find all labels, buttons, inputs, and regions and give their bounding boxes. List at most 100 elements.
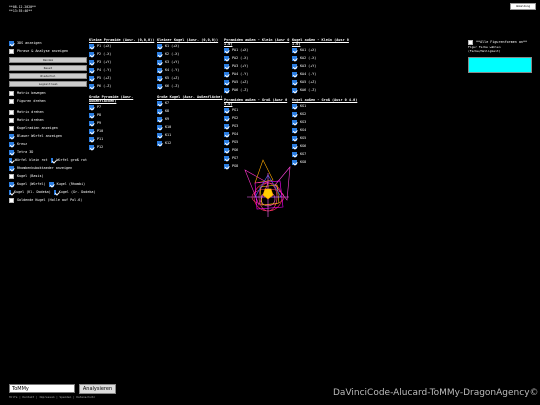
display-option-checkbox[interactable] xyxy=(9,109,14,115)
figure-item[interactable]: KG4 xyxy=(292,126,358,134)
figure-item[interactable]: PG1 xyxy=(224,106,290,114)
display-option-row[interactable]: Kreuz xyxy=(9,140,87,148)
option-checkbox[interactable] xyxy=(9,48,14,54)
figure-item[interactable]: PA4 (-Y) xyxy=(224,70,290,78)
pair-checkbox[interactable] xyxy=(9,181,14,187)
pair-checkbox[interactable] xyxy=(50,157,54,163)
option-row[interactable]: 3DS anzeigen xyxy=(9,39,87,47)
pair-checkbox[interactable] xyxy=(9,189,11,195)
figure-checkbox[interactable] xyxy=(224,107,229,113)
display-option-row[interactable]: Matrix drehen xyxy=(9,108,87,116)
figure-item[interactable]: PA1 (+X) xyxy=(224,46,290,54)
figure-item[interactable]: K12 xyxy=(157,139,223,147)
figure-checkbox[interactable] xyxy=(157,51,162,57)
figure-checkbox[interactable] xyxy=(224,87,229,93)
figure-item[interactable]: PA6 (-Z) xyxy=(224,86,290,94)
figure-item[interactable]: PG4 xyxy=(224,130,290,138)
gold-sphere-option-checkbox[interactable] xyxy=(9,197,14,203)
shape-option-checkbox[interactable] xyxy=(9,173,14,179)
figure-checkbox[interactable] xyxy=(224,63,229,69)
display-option-row[interactable]: Kugelradien anzeigen xyxy=(9,124,87,132)
figure-item[interactable]: K3 (+Y) xyxy=(157,58,223,66)
analyze-button[interactable]: Analysieren xyxy=(79,384,116,394)
figure-checkbox[interactable] xyxy=(292,143,297,149)
figure-item[interactable]: K1 (+X) xyxy=(157,42,223,50)
figure-item[interactable]: PA5 (+Z) xyxy=(224,78,290,86)
3d-figure-canvas[interactable] xyxy=(235,155,305,225)
figure-checkbox[interactable] xyxy=(292,111,297,117)
figure-checkbox[interactable] xyxy=(224,131,229,137)
figure-checkbox[interactable] xyxy=(157,59,162,65)
figure-item[interactable]: P8 xyxy=(89,111,155,119)
display-option-checkbox[interactable] xyxy=(9,133,14,139)
figure-checkbox[interactable] xyxy=(224,71,229,77)
figure-checkbox[interactable] xyxy=(157,132,162,138)
display-option-checkbox[interactable] xyxy=(9,125,14,131)
display-option-row[interactable]: Blauer Würfel anzeigen xyxy=(9,132,87,140)
figure-checkbox[interactable] xyxy=(157,67,162,73)
logout-button[interactable]: Abmeldung xyxy=(510,3,536,10)
display-option-checkbox[interactable] xyxy=(9,149,14,155)
figure-item[interactable]: P4 (-Y) xyxy=(89,66,155,74)
figure-checkbox[interactable] xyxy=(292,119,297,125)
figure-item[interactable]: KA5 (+Z) xyxy=(292,78,358,86)
figure-checkbox[interactable] xyxy=(292,79,297,85)
figure-checkbox[interactable] xyxy=(224,47,229,53)
figure-item[interactable]: KG1 xyxy=(292,102,358,110)
name-input[interactable] xyxy=(9,384,75,393)
pair-checkbox[interactable] xyxy=(53,189,56,195)
figure-checkbox[interactable] xyxy=(157,83,162,89)
shape-option-row[interactable]: Rhombenkuboktaeder anzeigen xyxy=(9,164,87,172)
shape-option-row[interactable]: Kugel (Basis) xyxy=(9,172,87,180)
figure-checkbox[interactable] xyxy=(224,139,229,145)
figure-checkbox[interactable] xyxy=(292,87,297,93)
figure-checkbox[interactable] xyxy=(292,47,297,53)
figure-item[interactable]: PG3 xyxy=(224,122,290,130)
footer-links[interactable]: Hilfe | Kontakt | Impressum | Spenden | … xyxy=(9,395,95,399)
figure-item[interactable]: P2 (-X) xyxy=(89,50,155,58)
pair-checkbox[interactable] xyxy=(48,181,54,187)
display-option-row[interactable]: Tetra 3D xyxy=(9,148,87,156)
figure-item[interactable]: K7 xyxy=(157,99,223,107)
figure-checkbox[interactable] xyxy=(157,100,162,106)
all-figures-checkbox[interactable] xyxy=(468,39,473,45)
display-option-checkbox[interactable] xyxy=(9,141,14,147)
motion-option-row[interactable]: Figuren drehen xyxy=(9,97,87,105)
log-period-button[interactable]: Logzeitraum xyxy=(9,80,87,87)
figure-item[interactable]: K6 (-Z) xyxy=(157,82,223,90)
figure-checkbox[interactable] xyxy=(89,144,94,150)
figure-item[interactable]: PG6 xyxy=(224,146,290,154)
motion-option-row[interactable]: Matrix bewegen xyxy=(9,89,87,97)
pair-checkbox[interactable] xyxy=(9,157,12,163)
figure-checkbox[interactable] xyxy=(292,63,297,69)
figure-checkbox[interactable] xyxy=(89,59,94,65)
figure-item[interactable]: P3 (+Y) xyxy=(89,58,155,66)
option-row[interactable]: Phrase & Analyse anzeigen xyxy=(9,47,87,55)
figure-checkbox[interactable] xyxy=(157,116,162,122)
figure-item[interactable]: KG2 xyxy=(292,110,358,118)
figure-checkbox[interactable] xyxy=(89,136,94,142)
figure-item[interactable]: P9 xyxy=(89,119,155,127)
figure-checkbox[interactable] xyxy=(89,112,94,118)
figure-item[interactable]: KG5 xyxy=(292,134,358,142)
figure-checkbox[interactable] xyxy=(157,124,162,130)
figure-item[interactable]: P6 (-Z) xyxy=(89,82,155,90)
option-checkbox[interactable] xyxy=(9,40,14,46)
figure-item[interactable]: KA4 (-Y) xyxy=(292,70,358,78)
figure-checkbox[interactable] xyxy=(89,67,94,73)
figure-checkbox[interactable] xyxy=(292,103,297,109)
figure-item[interactable]: P7 xyxy=(89,103,155,111)
figure-checkbox[interactable] xyxy=(89,128,94,134)
figure-item[interactable]: PA2 (-X) xyxy=(224,54,290,62)
motion-option-checkbox[interactable] xyxy=(9,90,14,96)
figure-checkbox[interactable] xyxy=(224,115,229,121)
figure-checkbox[interactable] xyxy=(224,55,229,61)
figure-item[interactable]: P10 xyxy=(89,127,155,135)
figure-item[interactable]: P1 (+X) xyxy=(89,42,155,50)
figure-checkbox[interactable] xyxy=(89,120,94,126)
figure-item[interactable]: K10 xyxy=(157,123,223,131)
figure-checkbox[interactable] xyxy=(89,51,94,57)
figure-item[interactable]: K8 xyxy=(157,107,223,115)
figure-checkbox[interactable] xyxy=(224,79,229,85)
random-button[interactable]: Random xyxy=(9,56,87,63)
